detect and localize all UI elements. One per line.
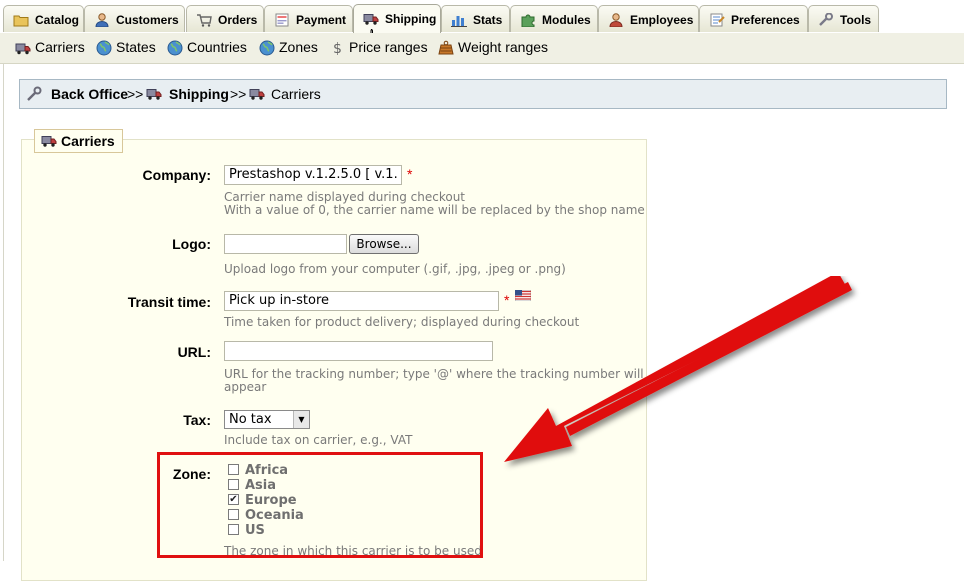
tab-customers[interactable]: Customers bbox=[84, 5, 185, 32]
breadcrumb-separator: >> bbox=[127, 86, 144, 102]
cart-icon bbox=[197, 14, 212, 27]
truck-icon bbox=[41, 136, 57, 147]
tab-stats[interactable]: Stats bbox=[441, 5, 510, 32]
svg-text:$: $ bbox=[333, 41, 342, 56]
company-hint: Carrier name displayed during checkout bbox=[224, 190, 466, 204]
wrench-icon bbox=[819, 13, 833, 26]
company-hint-secondary: With a value of 0, the carrier name will… bbox=[224, 203, 645, 217]
submenu-states[interactable]: States bbox=[96, 39, 156, 56]
company-input[interactable]: Prestashop v.1.2.5.0 [ v.1. bbox=[224, 165, 402, 185]
shipping-submenu: Carriers States Countries Zones $ Price … bbox=[0, 33, 964, 64]
dollar-icon: $ bbox=[333, 41, 342, 56]
required-mark: * bbox=[407, 166, 413, 182]
breadcrumb-shipping[interactable]: Shipping bbox=[169, 80, 229, 108]
url-label: URL: bbox=[177, 344, 211, 360]
zone-highlight-box bbox=[157, 452, 483, 558]
tab-tools[interactable]: Tools bbox=[808, 5, 879, 32]
transit-time-label: Transit time: bbox=[127, 294, 211, 310]
puzzle-icon bbox=[521, 14, 535, 27]
chevron-down-icon: ▼ bbox=[293, 411, 309, 428]
tax-select[interactable]: No tax ▼ bbox=[224, 410, 310, 429]
submenu-countries[interactable]: Countries bbox=[167, 39, 247, 56]
truck-icon bbox=[15, 43, 31, 55]
tracking-url-input[interactable] bbox=[224, 341, 493, 361]
truck-icon bbox=[363, 14, 379, 25]
truck-icon bbox=[249, 89, 265, 100]
breadcrumb-separator: >> bbox=[230, 86, 247, 102]
truck-icon bbox=[146, 89, 162, 100]
employee-icon bbox=[609, 13, 623, 27]
breadcrumb-carriers: Carriers bbox=[271, 86, 321, 102]
tab-orders[interactable]: Orders bbox=[186, 5, 264, 32]
submenu-zones[interactable]: Zones bbox=[259, 39, 318, 56]
main-tab-bar: Catalog Customers Orders Payment Shippin… bbox=[0, 0, 964, 47]
submenu-weight-ranges[interactable]: Weight ranges bbox=[438, 39, 548, 56]
form-legend: Carriers bbox=[34, 129, 123, 153]
preferences-icon bbox=[710, 13, 725, 27]
chart-icon bbox=[451, 16, 467, 27]
wrench-icon bbox=[27, 86, 42, 101]
folder-icon bbox=[13, 15, 29, 27]
company-label: Company: bbox=[142, 167, 211, 183]
tab-preferences[interactable]: Preferences bbox=[699, 5, 808, 32]
globe-icon bbox=[96, 40, 112, 56]
logo-label: Logo: bbox=[172, 236, 211, 252]
browse-button[interactable]: Browse... bbox=[349, 234, 419, 254]
submenu-price-ranges[interactable]: $ Price ranges bbox=[333, 39, 428, 56]
weight-icon bbox=[438, 40, 454, 55]
tax-hint: Include tax on carrier, e.g., VAT bbox=[224, 433, 413, 447]
breadcrumb-back-office[interactable]: Back Office bbox=[51, 80, 128, 108]
tab-payment[interactable]: Payment bbox=[264, 5, 353, 32]
transit-time-input[interactable]: Pick up in-store bbox=[224, 291, 499, 311]
annotation-arrow-icon bbox=[504, 276, 852, 462]
logo-hint: Upload logo from your computer (.gif, .j… bbox=[224, 262, 566, 276]
tab-modules[interactable]: Modules bbox=[510, 5, 598, 32]
tax-label: Tax: bbox=[183, 412, 211, 428]
globe-icon bbox=[167, 40, 183, 56]
logo-file-input[interactable] bbox=[224, 234, 347, 254]
payment-icon bbox=[275, 13, 289, 27]
tab-employees[interactable]: Employees bbox=[598, 5, 699, 32]
url-hint-secondary: appear bbox=[224, 380, 267, 394]
submenu-carriers[interactable]: Carriers bbox=[15, 39, 85, 56]
globe-icon bbox=[259, 40, 275, 56]
tab-catalog[interactable]: Catalog bbox=[3, 5, 84, 32]
user-icon bbox=[95, 13, 109, 27]
breadcrumb: Back Office >> Shipping >> Carriers bbox=[19, 79, 947, 109]
